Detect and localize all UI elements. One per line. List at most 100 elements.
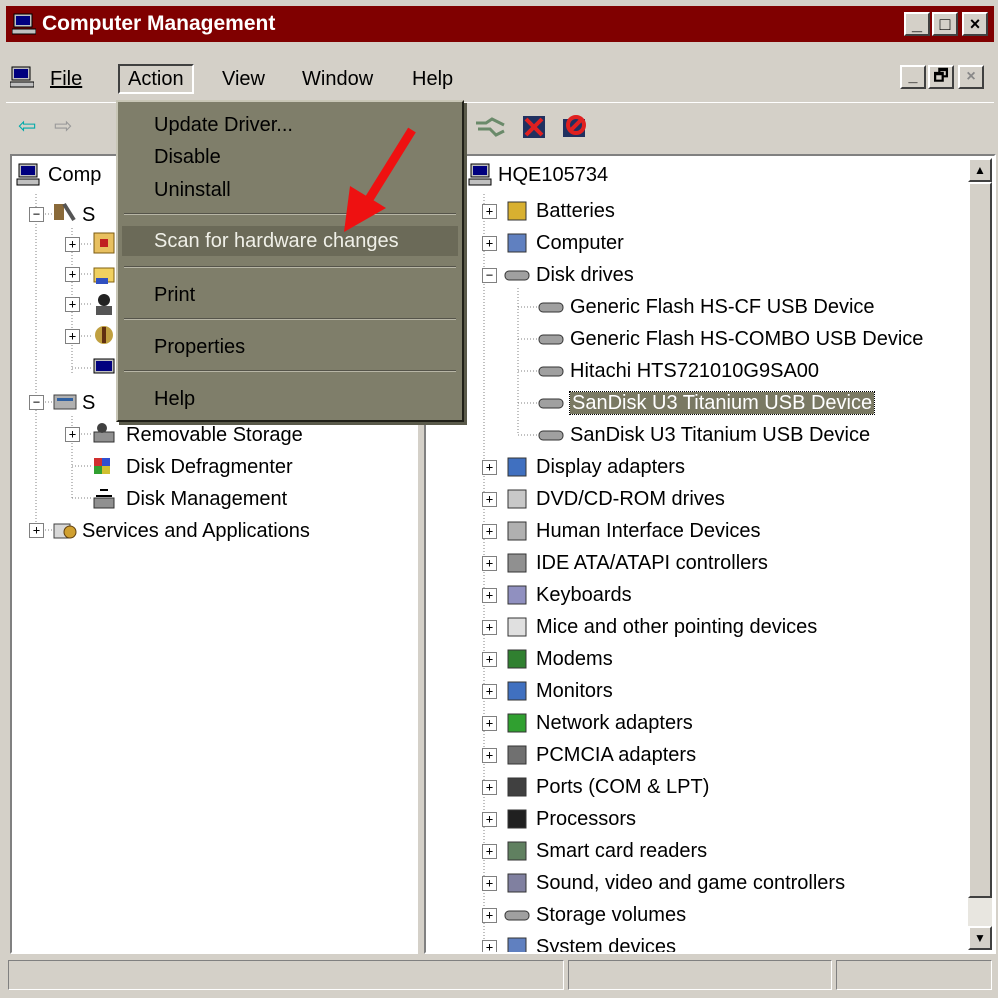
collapse-storage[interactable]: − <box>29 395 44 410</box>
expand-mice-and-other-pointing-devices[interactable]: + <box>482 620 497 635</box>
expand-storage-volumes[interactable]: + <box>482 908 497 923</box>
menu-view[interactable]: View <box>214 64 273 94</box>
help-menu-item[interactable]: Help <box>154 384 195 414</box>
device-row-processors[interactable]: Processors <box>504 804 636 834</box>
shared-folders-icon[interactable] <box>92 262 118 286</box>
expand-display-adapters[interactable]: + <box>482 460 497 475</box>
disable-menu-item[interactable]: Disable <box>154 142 221 172</box>
title-bar[interactable]: Computer Management _ □ × <box>6 6 994 42</box>
device-row-storage-volumes[interactable]: Storage volumes <box>504 900 686 930</box>
device-row-ide-ata-atapi-controllers[interactable]: IDE ATA/ATAPI controllers <box>504 548 768 578</box>
tree-item-disk-defragmenter[interactable]: Disk Defragmenter <box>92 452 293 482</box>
expand-dvd-cd-rom-drives[interactable]: + <box>482 492 497 507</box>
expand-network-adapters[interactable]: + <box>482 716 497 731</box>
device-row-disk-5[interactable]: SanDisk U3 Titanium USB Device <box>538 420 870 450</box>
system-tools-icon[interactable] <box>52 200 78 224</box>
collapse-disk-drives[interactable]: − <box>482 268 497 283</box>
update-driver-menu-item[interactable]: Update Driver... <box>154 110 293 140</box>
collapse-system-tools[interactable]: − <box>29 207 44 222</box>
menu-window[interactable]: Window <box>294 64 381 94</box>
expand-performance-logs[interactable]: + <box>65 329 80 344</box>
device-manager-icon[interactable] <box>92 356 118 380</box>
device-row-modems[interactable]: Modems <box>504 644 613 674</box>
scroll-thumb[interactable] <box>968 182 992 898</box>
uninstall-menu-item[interactable]: Uninstall <box>154 175 231 205</box>
performance-logs-icon[interactable] <box>92 323 118 347</box>
device-row-pcmcia-adapters[interactable]: PCMCIA adapters <box>504 740 696 770</box>
tree-item-disk-management[interactable]: Disk Management <box>92 484 287 514</box>
status-bar <box>6 956 994 994</box>
device-row-disk-drives[interactable]: Disk drives <box>504 260 634 290</box>
expand-human-interface-devices[interactable]: + <box>482 524 497 539</box>
system-tools-label[interactable]: S <box>82 200 95 230</box>
back-arrow-icon[interactable]: ⇦ <box>18 113 36 139</box>
device-row-network-adapters[interactable]: Network adapters <box>504 708 693 738</box>
mmc-icon[interactable] <box>10 66 34 88</box>
properties-menu-item[interactable]: Properties <box>154 332 245 362</box>
device-row-sound-video-and-game-controllers[interactable]: Sound, video and game controllers <box>504 868 845 898</box>
device-row-batteries[interactable]: Batteries <box>504 196 615 226</box>
expand-shared-folders[interactable]: + <box>65 267 80 282</box>
forward-arrow-icon[interactable]: ⇨ <box>54 113 72 139</box>
menu-file[interactable]: File <box>42 64 90 94</box>
expand-ports-com-lpt[interactable]: + <box>482 780 497 795</box>
device-tree-root[interactable]: HQE105734 <box>468 160 608 190</box>
menu-help[interactable]: Help <box>404 64 461 94</box>
expand-ide-ata-atapi-controllers[interactable]: + <box>482 556 497 571</box>
print-menu-item[interactable]: Print <box>154 280 195 310</box>
disk-drives-label: Disk drives <box>536 264 634 286</box>
expand-removable-storage[interactable]: + <box>65 427 80 442</box>
expand-monitors[interactable]: + <box>482 684 497 699</box>
expand-system-devices[interactable]: + <box>482 940 497 952</box>
device-row-mice-and-other-pointing-devices[interactable]: Mice and other pointing devices <box>504 612 817 642</box>
device-tree-pane[interactable]: HQE105734 + Batteries + Computer − Disk drive… <box>424 154 996 954</box>
tree-item-services-and-applications[interactable]: Services and Applications <box>52 516 310 546</box>
expand-smart-card-readers[interactable]: + <box>482 844 497 859</box>
device-row-system-devices[interactable]: System devices <box>504 932 676 952</box>
expand-keyboards[interactable]: + <box>482 588 497 603</box>
device-row-monitors[interactable]: Monitors <box>504 676 613 706</box>
storage-icon[interactable] <box>52 389 78 413</box>
device-row-disk-3[interactable]: Hitachi HTS721010G9SA00 <box>538 356 819 386</box>
menu-action[interactable]: Action <box>118 64 194 94</box>
expand-modems[interactable]: + <box>482 652 497 667</box>
scroll-down-button[interactable]: ▼ <box>968 926 992 950</box>
device-row-smart-card-readers[interactable]: Smart card readers <box>504 836 707 866</box>
disk-4-label: SanDisk U3 Titanium USB Device <box>568 391 876 415</box>
device-row-display-adapters[interactable]: Display adapters <box>504 452 685 482</box>
device-row-dvd-cd-rom-drives[interactable]: DVD/CD-ROM drives <box>504 484 725 514</box>
expand-processors[interactable]: + <box>482 812 497 827</box>
close-button[interactable]: × <box>962 12 988 36</box>
vertical-scrollbar[interactable]: ▲ ▼ <box>968 158 992 950</box>
maximize-button[interactable]: □ <box>932 12 958 36</box>
scroll-up-button[interactable]: ▲ <box>968 158 992 182</box>
disable-device-icon[interactable] <box>560 113 590 141</box>
status-panel-1 <box>8 960 564 990</box>
expand-sound-video-and-game-controllers[interactable]: + <box>482 876 497 891</box>
tree-item-removable-storage[interactable]: Removable Storage <box>92 420 303 450</box>
expand-event-viewer[interactable]: + <box>65 237 80 252</box>
scan-hardware-icon[interactable] <box>474 115 506 139</box>
child-minimize-button[interactable]: _ <box>900 65 926 89</box>
device-row-computer[interactable]: Computer <box>504 228 624 258</box>
child-restore-button[interactable]: 🗗 <box>928 65 954 89</box>
device-row-keyboards[interactable]: Keyboards <box>504 580 632 610</box>
expand-local-users[interactable]: + <box>65 297 80 312</box>
users-icon[interactable] <box>92 292 118 316</box>
expand-services[interactable]: + <box>29 523 44 538</box>
tree-root[interactable]: Comp <box>16 160 101 190</box>
uninstall-icon[interactable] <box>520 113 548 141</box>
device-row-ports-com-lpt[interactable]: Ports (COM & LPT) <box>504 772 709 802</box>
event-viewer-icon[interactable] <box>92 231 118 255</box>
expand-batteries[interactable]: + <box>482 204 497 219</box>
minimize-button[interactable]: _ <box>904 12 930 36</box>
device-row-human-interface-devices[interactable]: Human Interface Devices <box>504 516 761 546</box>
child-close-button[interactable]: × <box>958 65 984 89</box>
expand-computer[interactable]: + <box>482 236 497 251</box>
processor-icon <box>507 809 527 829</box>
device-row-disk-2[interactable]: Generic Flash HS-COMBO USB Device <box>538 324 923 354</box>
device-row-disk-1[interactable]: Generic Flash HS-CF USB Device <box>538 292 875 322</box>
expand-pcmcia-adapters[interactable]: + <box>482 748 497 763</box>
storage-label[interactable]: S <box>82 388 95 418</box>
device-row-disk-4[interactable]: SanDisk U3 Titanium USB Device <box>538 388 876 418</box>
